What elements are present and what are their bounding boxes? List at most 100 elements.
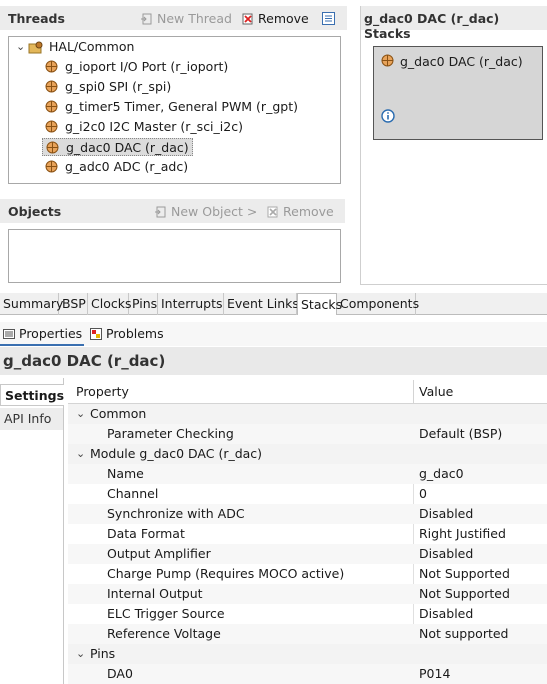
property-value[interactable]: Not Supported xyxy=(419,584,510,604)
remove-icon xyxy=(267,206,278,218)
tree-item-label: g_dac0 DAC (r_dac) xyxy=(66,140,189,155)
property-row[interactable]: Name g_dac0 xyxy=(68,464,547,484)
remove-thread-button[interactable]: Remove xyxy=(242,11,309,26)
property-name: Charge Pump (Requires MOCO active) xyxy=(107,566,345,581)
property-value[interactable]: g_dac0 xyxy=(419,464,464,484)
tree-item-label: g_ioport I/O Port (r_ioport) xyxy=(65,59,229,74)
property-row[interactable]: Channel 0 xyxy=(68,484,547,504)
tree-item-module[interactable]: g_ioport I/O Port (r_ioport) xyxy=(45,58,229,76)
property-name: DA0 xyxy=(107,666,133,681)
properties-icon xyxy=(3,329,15,339)
properties-side-tabs: Settings API Info xyxy=(0,378,64,684)
properties-table-header: Property Value xyxy=(68,380,547,404)
new-thread-button[interactable]: New Thread xyxy=(141,11,232,26)
threads-title: Threads xyxy=(8,11,65,26)
property-value[interactable]: Default (BSP) xyxy=(419,424,502,444)
threads-tree[interactable]: ⌄ HAL/Common g_ioport I/O Port (r_ioport… xyxy=(8,36,341,184)
config-tab-pins[interactable]: Pins xyxy=(129,293,158,315)
config-tab-summary[interactable]: Summary xyxy=(0,293,63,315)
property-row[interactable]: Reference Voltage Not supported xyxy=(68,624,547,644)
chevron-down-icon[interactable]: ⌄ xyxy=(16,40,25,53)
property-row[interactable]: Charge Pump (Requires MOCO active) Not Su… xyxy=(68,564,547,584)
config-tab-event-links[interactable]: Event Links xyxy=(224,293,299,315)
tree-item-module[interactable]: g_i2c0 I2C Master (r_sci_i2c) xyxy=(45,118,243,136)
settings-side-tab[interactable]: Settings xyxy=(0,384,64,406)
hal-folder-icon xyxy=(28,41,43,54)
property-name: Channel xyxy=(107,486,159,501)
objects-panel-header: Objects New Object > Remove xyxy=(0,199,345,223)
properties-title-bar: g_dac0 DAC (r_dac) xyxy=(0,347,547,375)
property-row[interactable]: Parameter Checking Default (BSP) xyxy=(68,424,547,444)
tree-item-label: g_timer5 Timer, General PWM (r_gpt) xyxy=(65,99,298,114)
objects-title: Objects xyxy=(8,204,62,219)
collapse-all-icon[interactable] xyxy=(322,12,335,25)
property-name: Internal Output xyxy=(107,586,203,601)
property-value[interactable]: 0 xyxy=(419,484,427,504)
chevron-down-icon[interactable]: ⌄ xyxy=(76,404,85,424)
property-value[interactable]: Disabled xyxy=(419,544,473,564)
config-tab-stacks[interactable]: Stacks xyxy=(297,293,342,315)
tree-item-module[interactable]: g_timer5 Timer, General PWM (r_gpt) xyxy=(45,98,298,116)
property-row[interactable]: ELC Trigger Source Disabled xyxy=(68,604,547,624)
config-tab-clocks[interactable]: Clocks xyxy=(88,293,131,315)
chevron-down-icon[interactable]: ⌄ xyxy=(76,644,85,664)
property-row[interactable]: DA0 P014 xyxy=(68,664,547,684)
property-row[interactable]: Synchronize with ADC Disabled xyxy=(68,504,547,524)
property-column-header[interactable]: Property xyxy=(76,384,129,399)
config-tab-bsp[interactable]: BSP xyxy=(59,293,88,315)
tree-item-label: g_i2c0 I2C Master (r_sci_i2c) xyxy=(65,119,243,134)
new-thread-label: New Thread xyxy=(157,11,232,26)
column-divider[interactable] xyxy=(413,380,414,404)
stacks-title: g_dac0 DAC (r_dac) Stacks xyxy=(364,11,500,41)
threads-panel-header: Threads New Thread Remove xyxy=(0,6,347,30)
property-section-row[interactable]: ⌄ Pins xyxy=(68,644,547,664)
remove-thread-label: Remove xyxy=(258,11,309,26)
property-value[interactable]: P014 xyxy=(419,664,450,684)
tree-item-module[interactable]: g_dac0 DAC (r_dac) xyxy=(42,138,193,156)
config-tab-interrupts[interactable]: Interrupts xyxy=(158,293,224,315)
problems-icon xyxy=(90,328,102,340)
remove-object-label: Remove xyxy=(283,204,334,219)
property-name: Name xyxy=(107,466,144,481)
property-section-row[interactable]: ⌄ Module g_dac0 DAC (r_dac) xyxy=(68,444,547,464)
property-name: Module g_dac0 DAC (r_dac) xyxy=(90,446,263,461)
property-value[interactable]: Disabled xyxy=(419,504,473,524)
stacks-panel: g_dac0 DAC (r_dac) Stacks g_dac0 DAC (r_… xyxy=(360,6,547,285)
property-value[interactable]: Disabled xyxy=(419,604,473,624)
property-value[interactable]: Not supported xyxy=(419,624,509,644)
property-row[interactable]: Internal Output Not Supported xyxy=(68,584,547,604)
remove-icon xyxy=(242,13,253,25)
property-section-row[interactable]: ⌄ Common xyxy=(68,404,547,424)
new-object-button[interactable]: New Object > xyxy=(155,204,257,219)
tree-item-module[interactable]: g_adc0 ADC (r_adc) xyxy=(45,158,189,176)
remove-object-button[interactable]: Remove xyxy=(267,204,334,219)
property-name: Pins xyxy=(90,646,116,661)
stack-module-block[interactable]: g_dac0 DAC (r_dac) xyxy=(373,46,543,140)
property-name: Common xyxy=(90,406,147,421)
info-icon[interactable] xyxy=(381,109,395,123)
new-object-label: New Object > xyxy=(171,204,258,219)
property-name: Synchronize with ADC xyxy=(107,506,245,521)
property-value[interactable]: Right Justified xyxy=(419,524,506,544)
properties-title: g_dac0 DAC (r_dac) xyxy=(3,352,166,370)
property-row[interactable]: Output Amplifier Disabled xyxy=(68,544,547,564)
property-row[interactable]: Data Format Right Justified xyxy=(68,524,547,544)
new-thread-icon xyxy=(141,13,152,25)
objects-list[interactable] xyxy=(8,229,341,283)
tree-item-module[interactable]: g_spi0 SPI (r_spi) xyxy=(45,78,171,96)
config-tab-components[interactable]: Components xyxy=(337,293,419,315)
tree-item-label: g_adc0 ADC (r_adc) xyxy=(65,159,189,174)
property-name: Output Amplifier xyxy=(107,546,211,561)
property-name: Parameter Checking xyxy=(107,426,234,441)
chevron-down-icon[interactable]: ⌄ xyxy=(76,444,85,464)
problems-view-label: Problems xyxy=(106,326,164,341)
stack-module-label: g_dac0 DAC (r_dac) xyxy=(400,54,523,69)
view-tabs-bar: Properties Problems xyxy=(0,322,547,346)
api-info-side-tab[interactable]: API Info xyxy=(0,408,63,430)
property-value[interactable]: Not Supported xyxy=(419,564,510,584)
tree-root-hal-common[interactable]: HAL/Common xyxy=(49,38,134,56)
value-column-header[interactable]: Value xyxy=(419,384,453,399)
problems-view-tab[interactable]: Problems xyxy=(90,322,164,346)
properties-view-tab[interactable]: Properties xyxy=(0,322,82,346)
config-tabs-bar: Summary BSP Clocks Pins Interrupts Event Link… xyxy=(0,293,547,315)
